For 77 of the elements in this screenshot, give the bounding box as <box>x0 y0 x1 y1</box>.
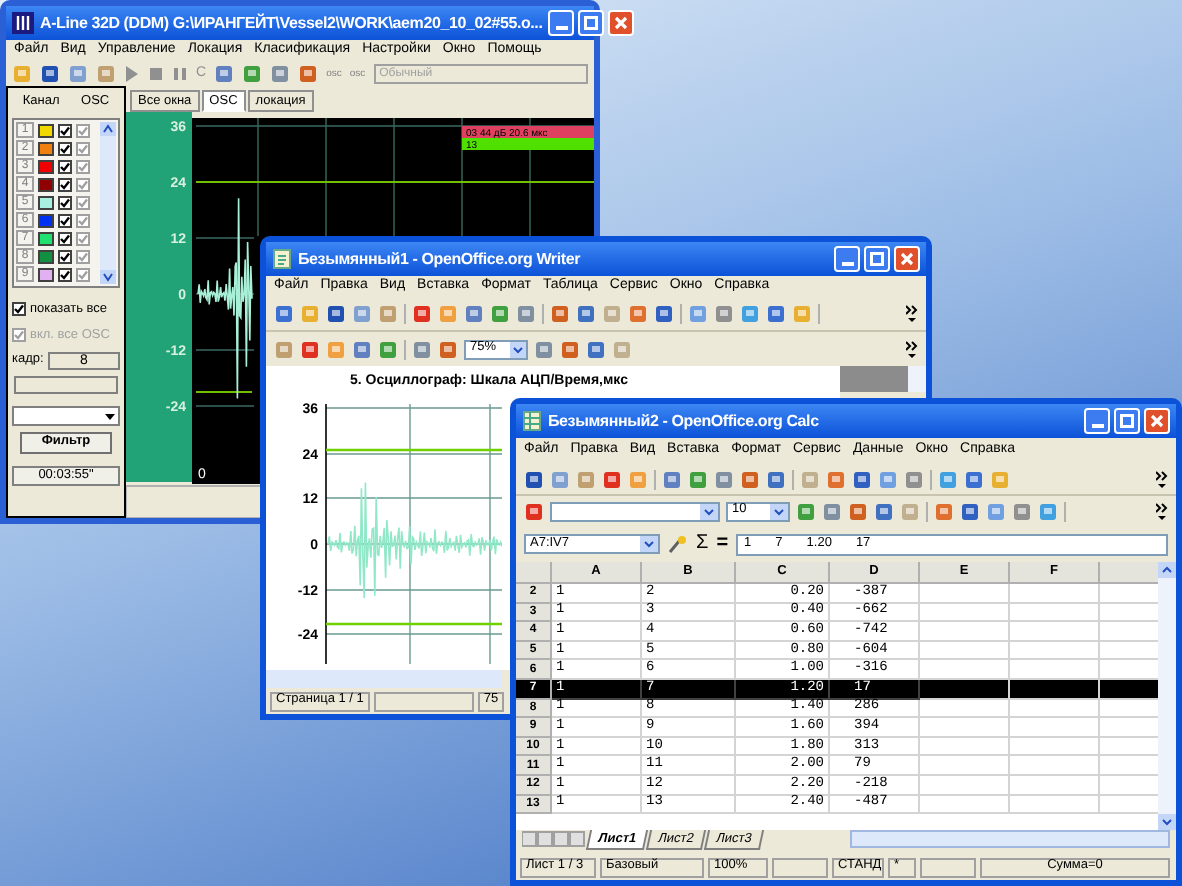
checkbox[interactable] <box>58 195 72 210</box>
status-field <box>772 857 828 877</box>
window-title: Безымянный2 - OpenOffice.org Calc <box>548 409 821 433</box>
maximize-button[interactable] <box>578 10 605 36</box>
checkbox[interactable] <box>58 123 72 138</box>
checkbox[interactable] <box>76 123 90 138</box>
minimize-button[interactable] <box>1084 408 1110 434</box>
minimize-icon <box>1091 424 1103 428</box>
checkbox[interactable] <box>58 231 72 246</box>
scrollbar[interactable] <box>266 670 502 688</box>
checkbox[interactable] <box>76 141 90 156</box>
overflow-chevron-icon[interactable] <box>1156 501 1168 521</box>
close-button[interactable] <box>1144 408 1170 434</box>
minimize-button[interactable] <box>834 246 860 272</box>
close-icon <box>1150 414 1164 428</box>
checkbox[interactable] <box>58 177 72 192</box>
function-button[interactable]: = <box>716 534 729 554</box>
overflow-chevron-icon[interactable] <box>906 304 918 324</box>
scrollbar[interactable] <box>1158 562 1176 830</box>
document-icon <box>272 248 292 270</box>
scrollbar[interactable] <box>100 121 116 284</box>
overflow-chevron-icon[interactable] <box>906 339 918 359</box>
checkbox[interactable] <box>58 141 72 156</box>
header-corner[interactable] <box>516 562 552 584</box>
status-field <box>373 691 474 711</box>
play-icon[interactable] <box>124 66 140 82</box>
checkbox[interactable] <box>58 159 72 174</box>
scrollbar[interactable] <box>850 830 1170 848</box>
spreadsheet-icon <box>522 410 542 432</box>
checkbox[interactable] <box>76 249 90 264</box>
window-title: A-Line 32D (DDM) G:\ИРАНГЕЙТ\Vessel2\WORK\aem20_10_02#55.o... <box>40 11 543 35</box>
checkbox[interactable] <box>58 249 72 264</box>
scroll-up-icon[interactable] <box>1158 562 1176 578</box>
sheet-navigation-icon[interactable] <box>522 830 586 848</box>
close-icon <box>614 16 629 30</box>
checkbox[interactable] <box>76 159 90 174</box>
dropdown-arrow-icon[interactable] <box>102 408 118 424</box>
close-button[interactable] <box>894 246 920 272</box>
minimize-icon <box>555 26 568 30</box>
toolbar-icon[interactable] <box>298 64 319 84</box>
maximize-button[interactable] <box>1114 408 1140 434</box>
toolbar-icon[interactable] <box>214 64 235 84</box>
scroll-down-icon[interactable] <box>100 269 116 284</box>
checkbox[interactable] <box>76 213 90 228</box>
scroll-down-icon[interactable] <box>1158 814 1176 830</box>
font-name-field[interactable] <box>550 501 720 521</box>
minimize-button[interactable] <box>548 10 575 36</box>
dropdown[interactable] <box>12 406 120 426</box>
toolbar-icon[interactable] <box>242 64 263 84</box>
scroll-up-icon[interactable] <box>100 121 116 136</box>
close-icon <box>900 252 914 266</box>
checkbox[interactable] <box>76 177 90 192</box>
table-cell <box>920 795 1010 815</box>
maximize-icon <box>584 16 599 30</box>
checkbox[interactable] <box>76 231 90 246</box>
table-cell <box>1010 795 1100 815</box>
text-field[interactable] <box>14 376 118 394</box>
pause-icon[interactable] <box>172 66 188 82</box>
checkbox[interactable] <box>58 267 72 282</box>
checkbox[interactable] <box>76 267 90 282</box>
minimize-icon <box>841 262 853 266</box>
scrollbar[interactable] <box>908 366 926 392</box>
checkbox[interactable] <box>12 302 26 317</box>
maximize-icon <box>1120 414 1134 428</box>
status-field <box>920 857 976 877</box>
checkbox[interactable] <box>76 195 90 210</box>
overflow-chevron-icon[interactable] <box>1156 469 1168 489</box>
stop-icon[interactable] <box>148 66 164 82</box>
app-icon <box>12 12 34 34</box>
function-wizard-icon[interactable] <box>668 534 688 554</box>
window-title: Безымянный1 - OpenOffice.org Writer <box>298 247 583 271</box>
sum-button[interactable]: Σ <box>696 534 709 554</box>
toolbar-icon[interactable] <box>270 64 291 84</box>
maximize-button[interactable] <box>864 246 890 272</box>
close-button[interactable] <box>608 10 635 36</box>
checkbox[interactable] <box>58 213 72 228</box>
maximize-icon <box>870 252 884 266</box>
